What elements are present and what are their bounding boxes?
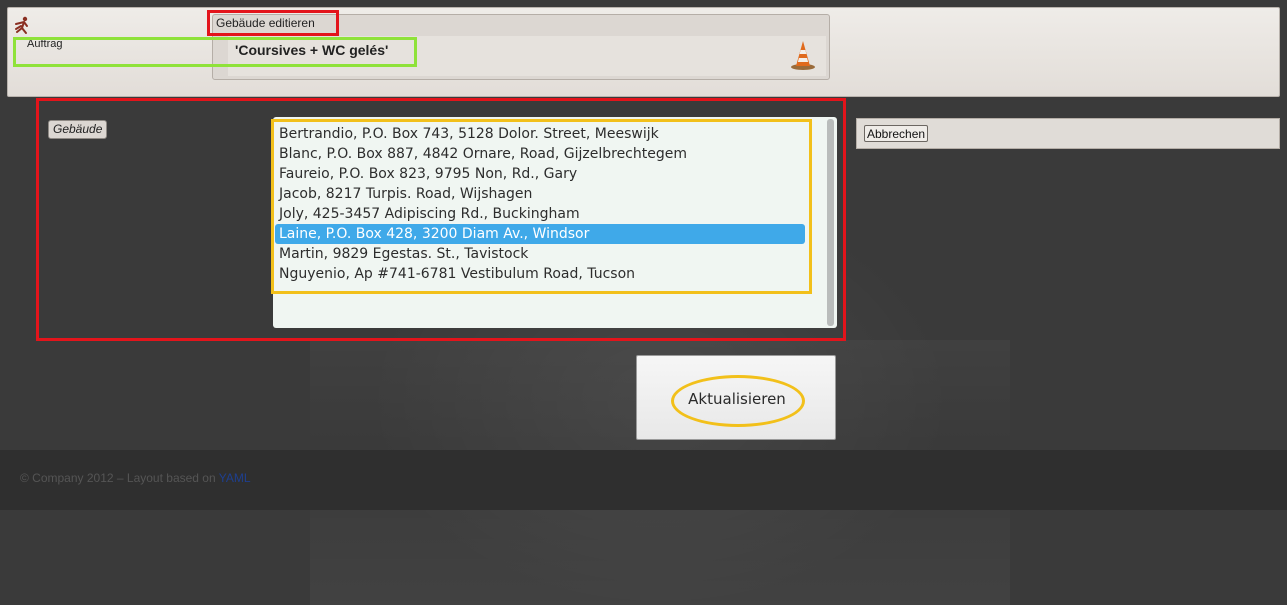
cancel-button[interactable]: Abbrechen	[864, 125, 929, 142]
footer-copyright: © Company 2012 – Layout based on	[20, 471, 216, 485]
highlight-ring-update	[671, 375, 805, 427]
traffic-cone-icon	[791, 41, 815, 70]
highlight-box-form	[36, 98, 846, 341]
highlight-box-order	[13, 37, 417, 67]
footer-text: © Company 2012 – Layout based on YAML	[20, 471, 251, 485]
app-logo-icon[interactable]	[12, 16, 32, 36]
highlight-box-title	[207, 10, 339, 36]
footer-yaml-link[interactable]: YAML	[219, 471, 251, 485]
